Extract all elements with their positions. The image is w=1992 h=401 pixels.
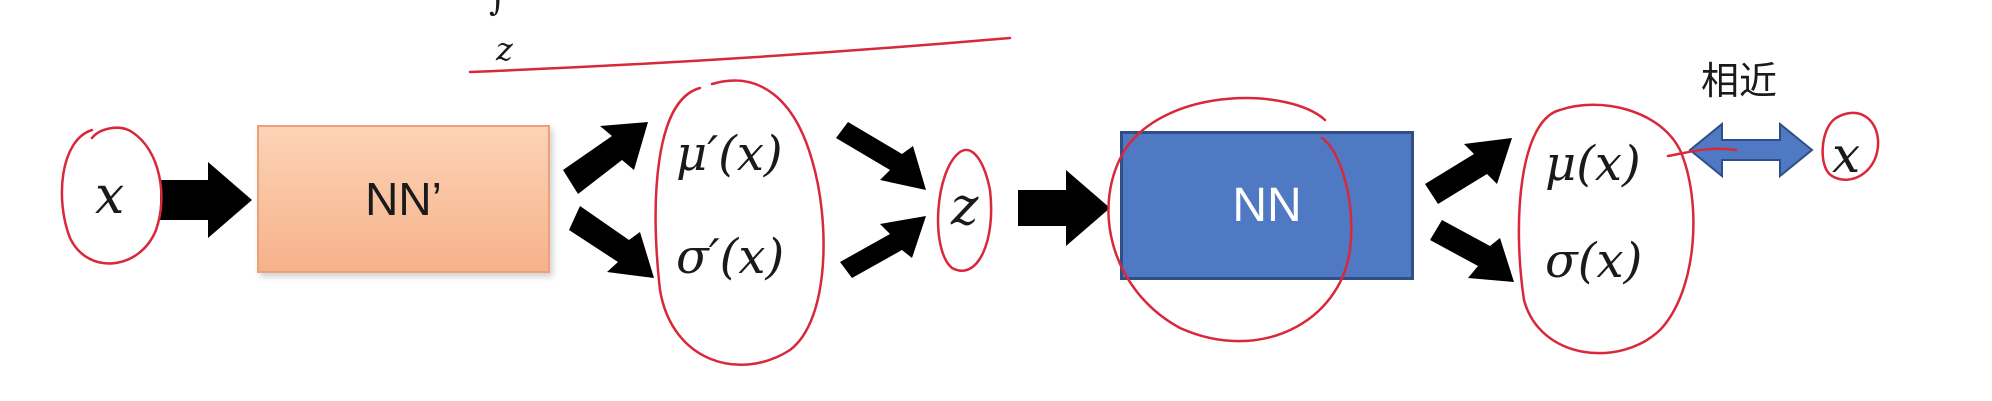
annotation-circle-latent-z <box>936 148 993 272</box>
annotation-circle-decoder-outputs <box>1517 103 1695 355</box>
annotation-circle-decoder <box>1107 96 1353 343</box>
vae-diagram: ∫ z x NN’ μ′(x) σ′(x) z NN μ(x) σ(x) 相近 … <box>0 0 1992 401</box>
arrow-sigma-to-z <box>840 216 926 278</box>
diagram-arrows-and-annotations <box>60 36 1880 366</box>
annotation-circle-input-x <box>60 126 163 265</box>
arrow-input-to-encoder <box>160 162 252 238</box>
arrow-encoder-to-sigma <box>569 206 654 278</box>
annotation-circle-output-x <box>1821 111 1880 181</box>
annotation-circle-encoder-outputs <box>654 79 825 366</box>
annotation-top-underline <box>468 36 1012 74</box>
arrow-decoder-to-mu <box>1425 138 1512 204</box>
arrow-decoder-to-sigma <box>1430 220 1514 282</box>
arrow-mu-to-z <box>836 122 926 190</box>
arrow-encoder-to-mu <box>563 122 648 194</box>
arrow-z-to-decoder <box>1018 170 1110 246</box>
